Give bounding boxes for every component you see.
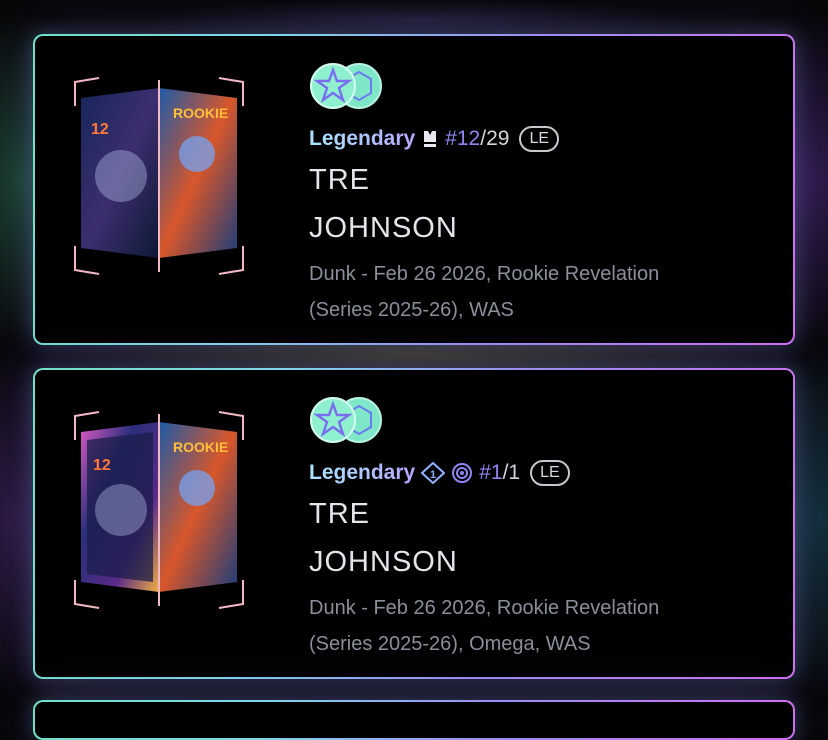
tier-label: Legendary	[309, 127, 416, 150]
moment-description-line2: (Series 2025-26), WAS	[309, 299, 514, 321]
svg-text:12: 12	[93, 457, 111, 474]
moment-description-line2: (Series 2025-26), Omega, WAS	[309, 633, 591, 655]
moment-cube-art: 12 ROOKIE	[74, 77, 244, 275]
serial-number: #1/1	[479, 461, 521, 484]
star-badge-icon	[310, 63, 356, 109]
badge-icons	[310, 63, 382, 109]
svg-text:ROOKIE: ROOKIE	[173, 105, 228, 121]
moment-description-line1: Dunk - Feb 26 2026, Rookie Revelation	[309, 263, 660, 285]
moment-card-partial[interactable]	[33, 700, 795, 740]
moment-card[interactable]: 12 ROOKIE Legendary #12/29 LE TRE JOHNSO…	[33, 34, 795, 345]
player-last-name: JOHNSON	[309, 212, 458, 244]
tier-row: Legendary 1 #1/1 LE	[309, 458, 570, 488]
tier-row: Legendary #12/29 LE	[309, 124, 560, 154]
tier-label: Legendary	[309, 461, 416, 484]
svg-text:ROOKIE: ROOKIE	[173, 439, 228, 455]
moment-cube-art: 12 ROOKIE	[74, 411, 244, 609]
player-first-name: TRE	[309, 498, 370, 530]
serial-number: #12/29	[445, 127, 510, 150]
player-last-name: JOHNSON	[309, 546, 458, 578]
jersey-icon	[421, 129, 439, 149]
moment-description-line1: Dunk - Feb 26 2026, Rookie Revelation	[309, 597, 660, 619]
moment-card[interactable]: 12 ROOKIE Legendary 1 #1/1 LE TRE JOHNSO…	[33, 368, 795, 679]
svg-text:1: 1	[430, 469, 436, 481]
badge-icons	[310, 397, 382, 443]
target-icon	[451, 462, 473, 484]
player-first-name: TRE	[309, 164, 370, 196]
star-badge-icon	[310, 397, 356, 443]
edition-badge: LE	[519, 126, 560, 152]
edition-badge: LE	[530, 460, 570, 486]
svg-text:12: 12	[91, 121, 109, 138]
serial-one-icon: 1	[421, 462, 446, 484]
